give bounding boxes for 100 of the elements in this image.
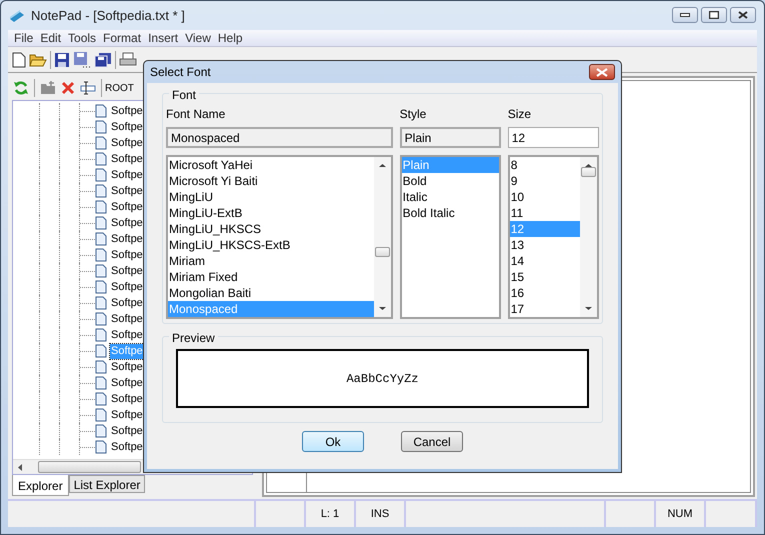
list-item[interactable]: MingLiU_HKSCS-ExtB: [168, 237, 374, 253]
rename-icon[interactable]: [80, 81, 96, 95]
font-name-field[interactable]: Monospaced: [166, 127, 393, 148]
tree-item[interactable]: Softpe: [110, 408, 144, 422]
column-label: Size: [508, 106, 532, 122]
list-item[interactable]: Bold Italic: [402, 205, 499, 221]
list-item[interactable]: 10: [510, 189, 580, 205]
list-item[interactable]: 17: [510, 301, 580, 317]
dialog-title: Select Font: [150, 64, 211, 81]
vertical-scrollbar[interactable]: [580, 157, 597, 317]
tree-item[interactable]: Softpe: [110, 312, 144, 326]
tree-item[interactable]: Softpe: [110, 264, 144, 278]
vertical-scrollbar[interactable]: [374, 157, 391, 317]
column-label: Style: [400, 106, 428, 122]
tab[interactable]: List Explorer: [68, 475, 146, 493]
tree-item[interactable]: Softpe: [110, 200, 144, 214]
file-icon: [95, 312, 107, 326]
list-item[interactable]: 15: [510, 269, 580, 285]
style-field[interactable]: Plain: [400, 127, 501, 148]
tree-item[interactable]: Softpe: [110, 248, 144, 262]
printer-icon[interactable]: [119, 52, 137, 68]
file-icon: [95, 136, 107, 150]
file-icon: [95, 440, 107, 454]
list-item[interactable]: 14: [510, 253, 580, 269]
file-icon: [95, 408, 107, 422]
list-item[interactable]: Mongolian Baiti: [168, 285, 374, 301]
list-item[interactable]: Miriam Fixed: [168, 269, 374, 285]
file-icon: [95, 152, 107, 166]
scrollbar-thumb[interactable]: [580, 167, 596, 177]
file-icon: [95, 392, 107, 406]
tree-item[interactable]: Softpe: [110, 440, 144, 454]
restore-icon: [709, 10, 719, 18]
list-item[interactable]: Italic: [402, 189, 499, 205]
dialog-button[interactable]: Cancel: [401, 431, 463, 452]
tab[interactable]: Explorer: [12, 475, 69, 496]
close-button[interactable]: [589, 64, 615, 80]
file-icon: [95, 200, 107, 214]
tree-item[interactable]: Softpe: [110, 328, 144, 342]
tree-item[interactable]: Softpe: [110, 376, 144, 390]
tree-item[interactable]: Softpe: [110, 296, 144, 310]
list-item[interactable]: Microsoft YaHei: [168, 157, 374, 173]
file-icon: [95, 376, 107, 390]
file-icon: [95, 216, 107, 230]
list-item[interactable]: 11: [510, 205, 580, 221]
scrollbar-thumb[interactable]: [38, 461, 141, 473]
save-all-icon[interactable]: [94, 52, 112, 68]
list-item[interactable]: MingLiU_HKSCS: [168, 221, 374, 237]
tree-item[interactable]: Softpe: [110, 424, 144, 438]
tree-item[interactable]: Softpe: [110, 184, 144, 198]
minimize-icon: [680, 12, 690, 16]
notepad-icon: [9, 8, 25, 22]
delete-icon[interactable]: [61, 81, 75, 95]
tree-item[interactable]: Softpe: [110, 168, 144, 182]
list-item[interactable]: MingLiU: [168, 189, 374, 205]
column-label: Font Name: [166, 106, 226, 122]
list-item[interactable]: Miriam: [168, 253, 374, 269]
file-icon: [95, 168, 107, 182]
file-icon: [95, 248, 107, 262]
size-field[interactable]: 12: [508, 127, 599, 148]
close-button[interactable]: [730, 6, 756, 22]
file-icon: [95, 328, 107, 342]
status-cell: L: 1: [306, 501, 356, 527]
file-icon: [95, 264, 107, 278]
menu-item[interactable]: Edit: [37, 29, 64, 47]
scrollbar-thumb[interactable]: [374, 247, 390, 257]
menu-item[interactable]: Format: [100, 29, 144, 47]
list-item[interactable]: 8: [510, 157, 580, 173]
file-icon: [95, 296, 107, 310]
dialog-button[interactable]: Ok: [302, 431, 364, 452]
list-item[interactable]: Microsoft Yi Baiti: [168, 173, 374, 189]
file-icon: [95, 424, 107, 438]
tree-item[interactable]: Softpe: [110, 120, 144, 134]
menu-item[interactable]: Tools: [65, 29, 100, 47]
close-icon: [738, 10, 748, 18]
tree-item[interactable]: Softpe: [110, 104, 144, 118]
tree-item[interactable]: Softpe: [110, 392, 144, 406]
list-item[interactable]: Bold: [402, 173, 499, 189]
list-item[interactable]: 13: [510, 237, 580, 253]
menu-item[interactable]: File: [11, 29, 36, 47]
list-item[interactable]: 9: [510, 173, 580, 189]
list-item[interactable]: MingLiU-ExtB: [168, 205, 374, 221]
menu-item[interactable]: View: [182, 29, 214, 47]
tree-item[interactable]: Softpe: [110, 232, 144, 246]
save-icon[interactable]: [54, 52, 70, 68]
tree-item[interactable]: Softpe: [110, 136, 144, 150]
file-icon: [95, 184, 107, 198]
tree-item[interactable]: Softpe: [110, 152, 144, 166]
menu-item[interactable]: Help: [214, 29, 246, 47]
list-item[interactable]: 16: [510, 285, 580, 301]
window-title: NotePad - [Softpedia.txt * ]: [31, 6, 185, 25]
new-file-icon[interactable]: [12, 52, 26, 68]
tree-item[interactable]: Softpe: [110, 280, 144, 294]
tree-item[interactable]: Softpe: [110, 216, 144, 230]
menu-item[interactable]: Insert: [145, 29, 182, 47]
tree-item[interactable]: Softpe: [110, 360, 144, 374]
minimize-button[interactable]: [672, 6, 698, 22]
refresh-icon[interactable]: [13, 80, 29, 96]
new-folder-icon[interactable]: [40, 81, 56, 95]
open-folder-icon[interactable]: [29, 52, 47, 68]
maximize-button[interactable]: [701, 6, 727, 22]
